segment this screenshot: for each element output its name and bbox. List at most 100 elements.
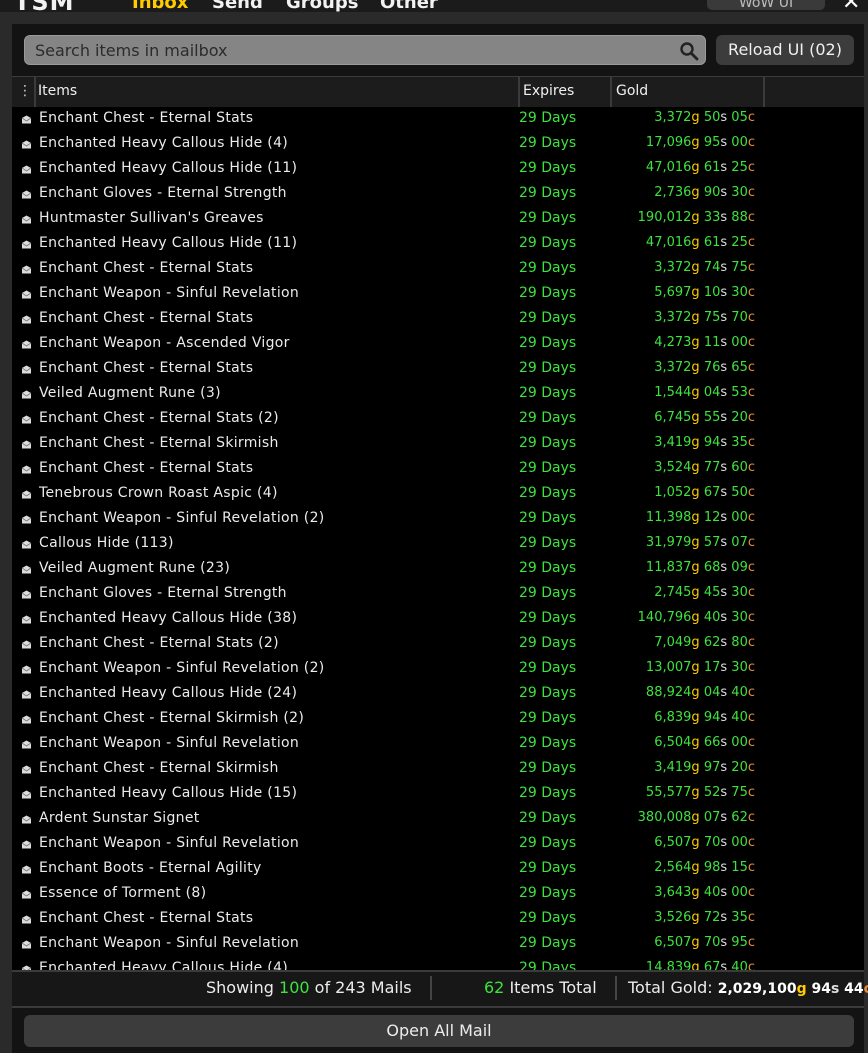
table-row[interactable]: Enchant Chest - Eternal Skirmish 29 Days 3… — [12, 757, 864, 782]
tab-groups[interactable]: Groups — [286, 0, 358, 12]
item-name: Enchanted Heavy Callous Hide (11) — [39, 160, 298, 176]
column-header-items[interactable]: Items — [38, 77, 77, 107]
table-row[interactable]: Enchant Gloves - Eternal Strength 29 Days… — [12, 182, 864, 207]
item-name: Enchant Chest - Eternal Stats (2) — [39, 410, 279, 426]
table-row[interactable]: Enchant Chest - Eternal Stats (2) 29 Days… — [12, 632, 864, 657]
mail-icon — [21, 540, 32, 549]
mail-icon — [21, 790, 32, 799]
tab-inbox[interactable]: Inbox — [132, 0, 188, 12]
table-row[interactable]: Enchant Weapon - Sinful Revelation 29 Day… — [12, 732, 864, 757]
table-row[interactable]: Enchant Chest - Eternal Stats 29 Days 3,37… — [12, 357, 864, 382]
table-row[interactable]: Enchant Boots - Eternal Agility 29 Days 2,… — [12, 857, 864, 882]
table-row[interactable]: Callous Hide (113) 29 Days 31,979g 57s 07c — [12, 532, 864, 557]
table-row[interactable]: Enchanted Heavy Callous Hide (38) 29 Days… — [12, 607, 864, 632]
table-row[interactable]: Enchanted Heavy Callous Hide (11) 29 Days… — [12, 232, 864, 257]
top-tab-bar: TSM Inbox Send Groups Other WoW UI ✕ — [0, 0, 868, 12]
table-row[interactable]: Enchant Weapon - Sinful Revelation 29 Day… — [12, 282, 864, 307]
silver-amount: 95 — [703, 135, 721, 150]
tab-other[interactable]: Other — [380, 0, 438, 12]
total-gold-value: 2,029,100g 94s 44c — [717, 981, 868, 997]
search-icon[interactable] — [679, 41, 699, 61]
table-row[interactable]: Enchanted Heavy Callous Hide (24) 29 Days… — [12, 682, 864, 707]
table-row[interactable]: Enchant Chest - Eternal Stats 29 Days 3,37… — [12, 107, 864, 132]
column-header-gold[interactable]: Gold — [616, 77, 648, 107]
copper-amount: 35 — [731, 435, 748, 450]
item-name: Enchant Chest - Eternal Stats — [39, 110, 254, 126]
silver-amount: 77 — [703, 460, 721, 475]
mail-item-list[interactable]: Enchant Chest - Eternal Stats 29 Days 3,37… — [12, 107, 864, 970]
table-row[interactable]: Enchanted Heavy Callous Hide (4) 29 Days 1… — [12, 957, 864, 970]
copper-amount: 35 — [731, 910, 748, 925]
copper-amount: 62 — [731, 810, 748, 825]
item-expires: 29 Days — [519, 885, 577, 901]
table-row[interactable]: Huntmaster Sullivan's Greaves 29 Days 190,… — [12, 207, 864, 232]
table-row[interactable]: Enchant Chest - Eternal Stats 29 Days 3,52… — [12, 457, 864, 482]
item-expires: 29 Days — [519, 785, 577, 801]
copper-amount: 30 — [731, 610, 748, 625]
showing-count-text: Showing 100 of 243 Mails — [206, 978, 412, 997]
table-row[interactable]: Enchant Chest - Eternal Skirmish (2) 29 D… — [12, 707, 864, 732]
open-all-mail-button[interactable]: Open All Mail — [24, 1015, 854, 1047]
total-gold-g: 2,029,100 — [717, 981, 797, 997]
mail-icon — [21, 740, 32, 749]
close-icon[interactable]: ✕ — [842, 0, 860, 12]
table-row[interactable]: Enchant Chest - Eternal Stats (2) 29 Days… — [12, 407, 864, 432]
mail-icon — [21, 115, 32, 124]
table-row[interactable]: Enchanted Heavy Callous Hide (11) 29 Days… — [12, 157, 864, 182]
item-gold: 6,839g 94s 40c — [654, 710, 755, 725]
silver-amount: 12 — [703, 510, 721, 525]
item-gold: 3,372g 76s 65c — [654, 360, 755, 375]
table-row[interactable]: Enchant Weapon - Sinful Revelation 29 Day… — [12, 832, 864, 857]
tab-send[interactable]: Send — [212, 0, 263, 12]
item-expires: 29 Days — [519, 460, 577, 476]
left-edge — [0, 12, 12, 1053]
item-gold: 31,979g 57s 07c — [645, 535, 755, 550]
item-expires: 29 Days — [519, 710, 577, 726]
table-row[interactable]: Veiled Augment Rune (23) 29 Days 11,837g 6… — [12, 557, 864, 582]
table-row[interactable]: Enchant Weapon - Sinful Revelation 29 Day… — [12, 932, 864, 957]
table-row[interactable]: Enchant Chest - Eternal Stats 29 Days 3,52… — [12, 907, 864, 932]
item-gold: 14,839g 67s 40c — [607, 960, 755, 970]
gold-amount: 47,016 — [645, 160, 692, 175]
table-row[interactable]: Enchant Weapon - Sinful Revelation (2) 29… — [12, 507, 864, 532]
item-name: Enchanted Heavy Callous Hide (4) — [39, 135, 289, 151]
copper-amount: 80 — [731, 635, 748, 650]
gold-amount: 31,979 — [645, 535, 692, 550]
gold-amount: 11,398 — [645, 510, 692, 525]
table-row[interactable]: Enchanted Heavy Callous Hide (4) 29 Days 1… — [12, 132, 864, 157]
copper-amount: 00 — [731, 135, 748, 150]
item-gold: 2,564g 98s 15c — [654, 860, 755, 875]
column-header-expires[interactable]: Expires — [523, 77, 574, 107]
item-name: Enchant Weapon - Sinful Revelation — [39, 735, 300, 751]
items-label: Items Total — [509, 978, 597, 997]
item-expires: 29 Days — [519, 310, 577, 326]
table-row[interactable]: Enchant Weapon - Sinful Revelation (2) 29… — [12, 657, 864, 682]
column-menu-icon[interactable]: ⋮ — [18, 77, 32, 107]
gold-amount: 55,577 — [645, 785, 692, 800]
item-expires: 29 Days — [519, 810, 577, 826]
silver-amount: 04 — [703, 385, 721, 400]
search-input[interactable]: Search items in mailbox — [24, 35, 706, 65]
silver-amount: 98 — [703, 860, 721, 875]
table-row[interactable]: Enchant Chest - Eternal Stats 29 Days 3,37… — [12, 257, 864, 282]
table-row[interactable]: Enchant Gloves - Eternal Strength 29 Days… — [12, 582, 864, 607]
item-expires: 29 Days — [519, 135, 577, 151]
table-row[interactable]: Enchant Weapon - Ascended Vigor 29 Days 4,… — [12, 332, 864, 357]
gold-amount: 5,697 — [654, 285, 692, 300]
table-row[interactable]: Tenebrous Crown Roast Aspic (4) 29 Days 1,… — [12, 482, 864, 507]
item-gold: 3,419g 94s 35c — [654, 435, 755, 450]
reload-ui-button[interactable]: Reload UI (02) — [716, 35, 854, 65]
table-row[interactable]: Enchant Chest - Eternal Stats 29 Days 3,37… — [12, 307, 864, 332]
wow-ui-button[interactable]: WoW UI — [707, 0, 825, 11]
gold-amount: 6,745 — [654, 410, 692, 425]
table-row[interactable]: Enchant Chest - Eternal Skirmish 29 Days 3… — [12, 432, 864, 457]
table-row[interactable]: Veiled Augment Rune (3) 29 Days 1,544g 04s… — [12, 382, 864, 407]
copper-amount: 40 — [731, 960, 748, 970]
item-gold: 6,507g 70s 00c — [654, 835, 755, 850]
item-name: Enchanted Heavy Callous Hide (38) — [39, 610, 298, 626]
gold-amount: 13,007 — [645, 660, 692, 675]
item-expires: 29 Days — [519, 435, 577, 451]
table-row[interactable]: Essence of Torment (8) 29 Days 3,643g 40s … — [12, 882, 864, 907]
table-row[interactable]: Ardent Sunstar Signet 29 Days 380,008g 07s… — [12, 807, 864, 832]
table-row[interactable]: Enchanted Heavy Callous Hide (15) 29 Days… — [12, 782, 864, 807]
